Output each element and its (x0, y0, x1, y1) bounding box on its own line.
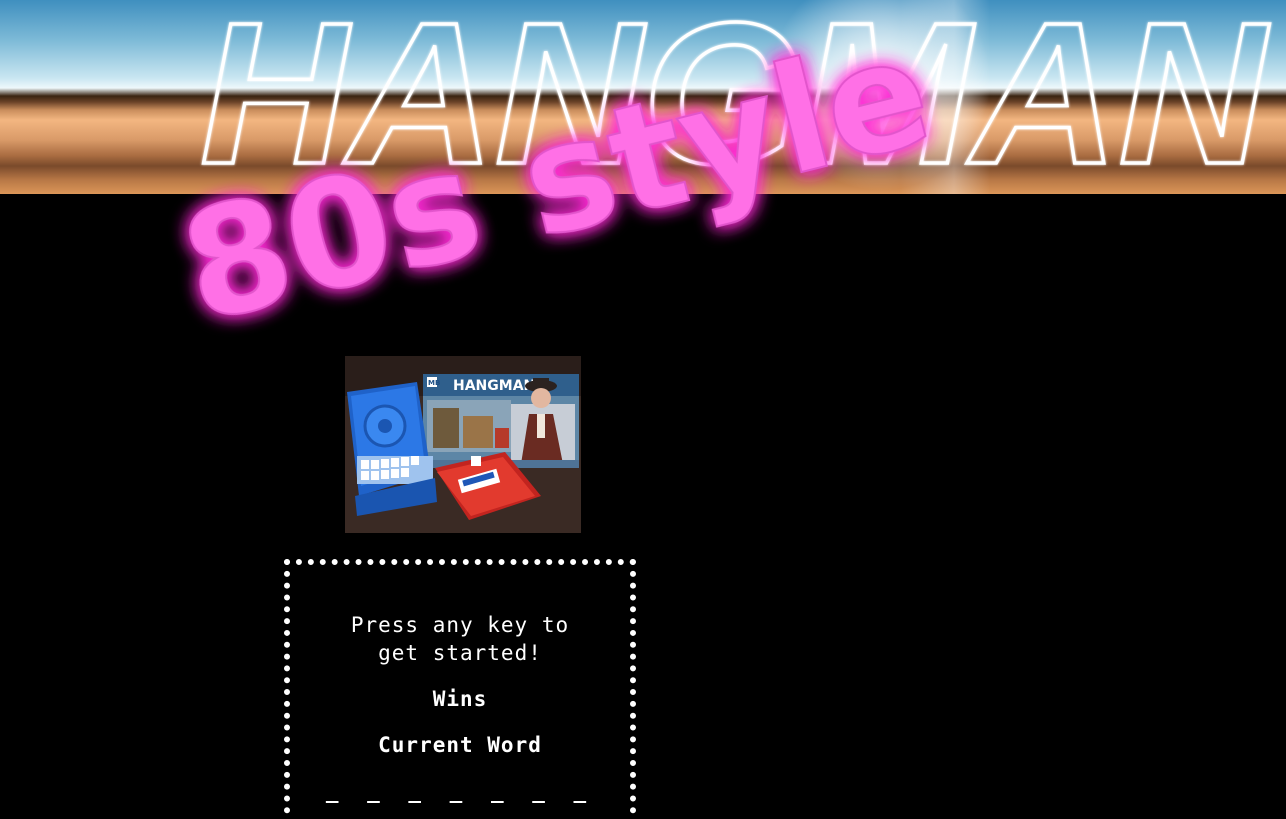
word-blanks: _ _ _ _ _ _ _ (325, 779, 595, 803)
hangman-game-photo: MB HANGMAN (345, 356, 581, 533)
start-prompt: Press any key to get started! (350, 613, 570, 665)
game-panel: Press any key to get started! Wins Curre… (284, 559, 636, 819)
current-word-label: Current Word (378, 733, 542, 757)
subtitle-text: 80s style (167, 4, 947, 357)
page: HANGMAN 80s style MB HANGMAN Press any k… (0, 0, 1286, 819)
wins-label: Wins (432, 687, 488, 711)
neon-subtitle: 80s style (166, 3, 948, 358)
brand-text: MB (428, 379, 440, 387)
box-title: HANGMAN (453, 378, 535, 394)
